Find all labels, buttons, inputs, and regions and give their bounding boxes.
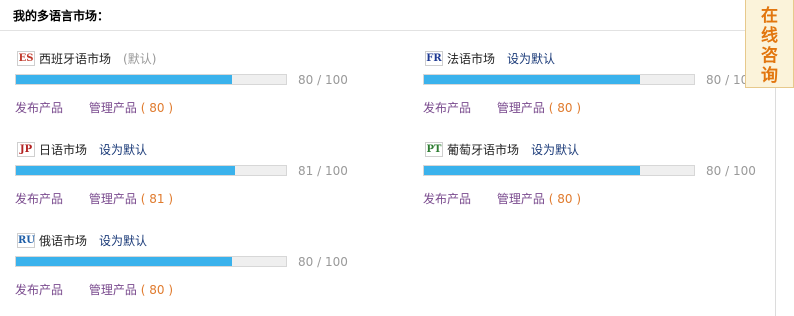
market-jp: JP 日语市场 设为默认 81 / 100 发布产品 管理产品 ( 81 ) [15, 140, 355, 216]
quota-progress-bar [423, 74, 695, 85]
consult-char: 咨 [761, 46, 778, 66]
set-default-link[interactable]: 设为默认 [507, 50, 555, 67]
publish-product-link[interactable]: 发布产品 [423, 192, 471, 206]
consult-char: 线 [761, 26, 778, 46]
quota-progress-bar [15, 256, 287, 267]
count-value: 80 [149, 283, 165, 297]
count-open: ( [548, 101, 554, 115]
quota-count: 80 / 100 [298, 255, 348, 269]
product-count: ( 81 ) [141, 192, 173, 206]
market-name: 法语市场 [447, 51, 496, 66]
market-actions: 发布产品 管理产品 ( 80 ) [15, 99, 173, 116]
online-consult-button[interactable]: 在 线 咨 询 [745, 0, 794, 88]
quota-progress-fill [16, 257, 232, 266]
count-open: ( [140, 283, 146, 297]
flag-es-icon: ES [17, 50, 35, 66]
count-value: 80 [557, 192, 573, 206]
quota-progress-fill [424, 166, 640, 175]
market-actions: 发布产品 管理产品 ( 81 ) [15, 190, 173, 207]
product-count: ( 80 ) [549, 192, 581, 206]
market-pt: PT 葡萄牙语市场 设为默认 80 / 100 发布产品 管理产品 ( 80 ) [423, 140, 763, 216]
publish-product-link[interactable]: 发布产品 [15, 101, 63, 115]
manage-products-label: 管理产品 [88, 192, 137, 206]
panel-header: 我的多语言市场： [0, 0, 776, 31]
count-close: ) [168, 283, 173, 297]
quota-count: 81 / 100 [298, 164, 348, 178]
product-count: ( 80 ) [141, 283, 173, 297]
market-actions: 发布产品 管理产品 ( 80 ) [423, 99, 581, 116]
quota-progress-bar [15, 165, 287, 176]
manage-products-link[interactable]: 管理产品 ( 80 ) [497, 101, 581, 115]
count-close: ) [576, 192, 581, 206]
count-open: ( [140, 192, 146, 206]
market-header: FR 法语市场 设为默认 [425, 49, 555, 67]
set-default-link[interactable]: 设为默认 [99, 232, 147, 249]
manage-products-label: 管理产品 [496, 192, 545, 206]
manage-products-label: 管理产品 [88, 101, 137, 115]
quota-progress-bar [15, 74, 287, 85]
set-default-link[interactable]: 设为默认 [531, 141, 579, 158]
manage-products-label: 管理产品 [496, 101, 545, 115]
manage-products-link[interactable]: 管理产品 ( 80 ) [89, 101, 173, 115]
flag-pt-icon: PT [425, 141, 443, 157]
multilingual-markets-panel: 我的多语言市场： ES 西班牙语市场 (默认) 80 / 100 发布产品 管理… [0, 0, 776, 316]
quota-count: 80 / 100 [298, 73, 348, 87]
count-value: 81 [149, 192, 165, 206]
quota-progress-fill [424, 75, 640, 84]
market-ru: RU 俄语市场 设为默认 80 / 100 发布产品 管理产品 ( 80 ) [15, 231, 355, 307]
market-fr: FR 法语市场 设为默认 80 / 100 发布产品 管理产品 ( 80 ) [423, 49, 763, 125]
market-header: PT 葡萄牙语市场 设为默认 [425, 140, 579, 158]
flag-fr-icon: FR [425, 50, 443, 66]
set-default-link[interactable]: 设为默认 [99, 141, 147, 158]
market-name: 葡萄牙语市场 [447, 142, 520, 157]
count-close: ) [576, 101, 581, 115]
count-open: ( [140, 101, 146, 115]
quota-count: 80 / 100 [706, 164, 756, 178]
market-header: ES 西班牙语市场 (默认) [17, 49, 156, 67]
consult-char: 询 [761, 66, 778, 86]
default-label: (默认) [123, 51, 157, 66]
market-es: ES 西班牙语市场 (默认) 80 / 100 发布产品 管理产品 ( 80 ) [15, 49, 355, 125]
count-close: ) [168, 101, 173, 115]
quota-progress-fill [16, 75, 232, 84]
product-count: ( 80 ) [141, 101, 173, 115]
market-header: RU 俄语市场 设为默认 [17, 231, 147, 249]
publish-product-link[interactable]: 发布产品 [423, 101, 471, 115]
flag-ru-icon: RU [17, 232, 36, 248]
publish-product-link[interactable]: 发布产品 [15, 192, 63, 206]
manage-products-link[interactable]: 管理产品 ( 81 ) [89, 192, 173, 206]
count-close: ) [168, 192, 173, 206]
market-name: 俄语市场 [39, 233, 88, 248]
count-value: 80 [149, 101, 165, 115]
count-open: ( [548, 192, 554, 206]
manage-products-label: 管理产品 [88, 283, 137, 297]
quota-progress-bar [423, 165, 695, 176]
product-count: ( 80 ) [549, 101, 581, 115]
market-name: 西班牙语市场 [39, 51, 112, 66]
market-name: 日语市场 [39, 142, 88, 157]
consult-char: 在 [761, 6, 778, 26]
panel-title: 我的多语言市场： [13, 9, 110, 23]
flag-jp-icon: JP [17, 141, 35, 157]
count-value: 80 [557, 101, 573, 115]
market-header: JP 日语市场 设为默认 [17, 140, 147, 158]
market-actions: 发布产品 管理产品 ( 80 ) [423, 190, 581, 207]
quota-progress-fill [16, 166, 235, 175]
publish-product-link[interactable]: 发布产品 [15, 283, 63, 297]
manage-products-link[interactable]: 管理产品 ( 80 ) [497, 192, 581, 206]
market-actions: 发布产品 管理产品 ( 80 ) [15, 281, 173, 298]
manage-products-link[interactable]: 管理产品 ( 80 ) [89, 283, 173, 297]
